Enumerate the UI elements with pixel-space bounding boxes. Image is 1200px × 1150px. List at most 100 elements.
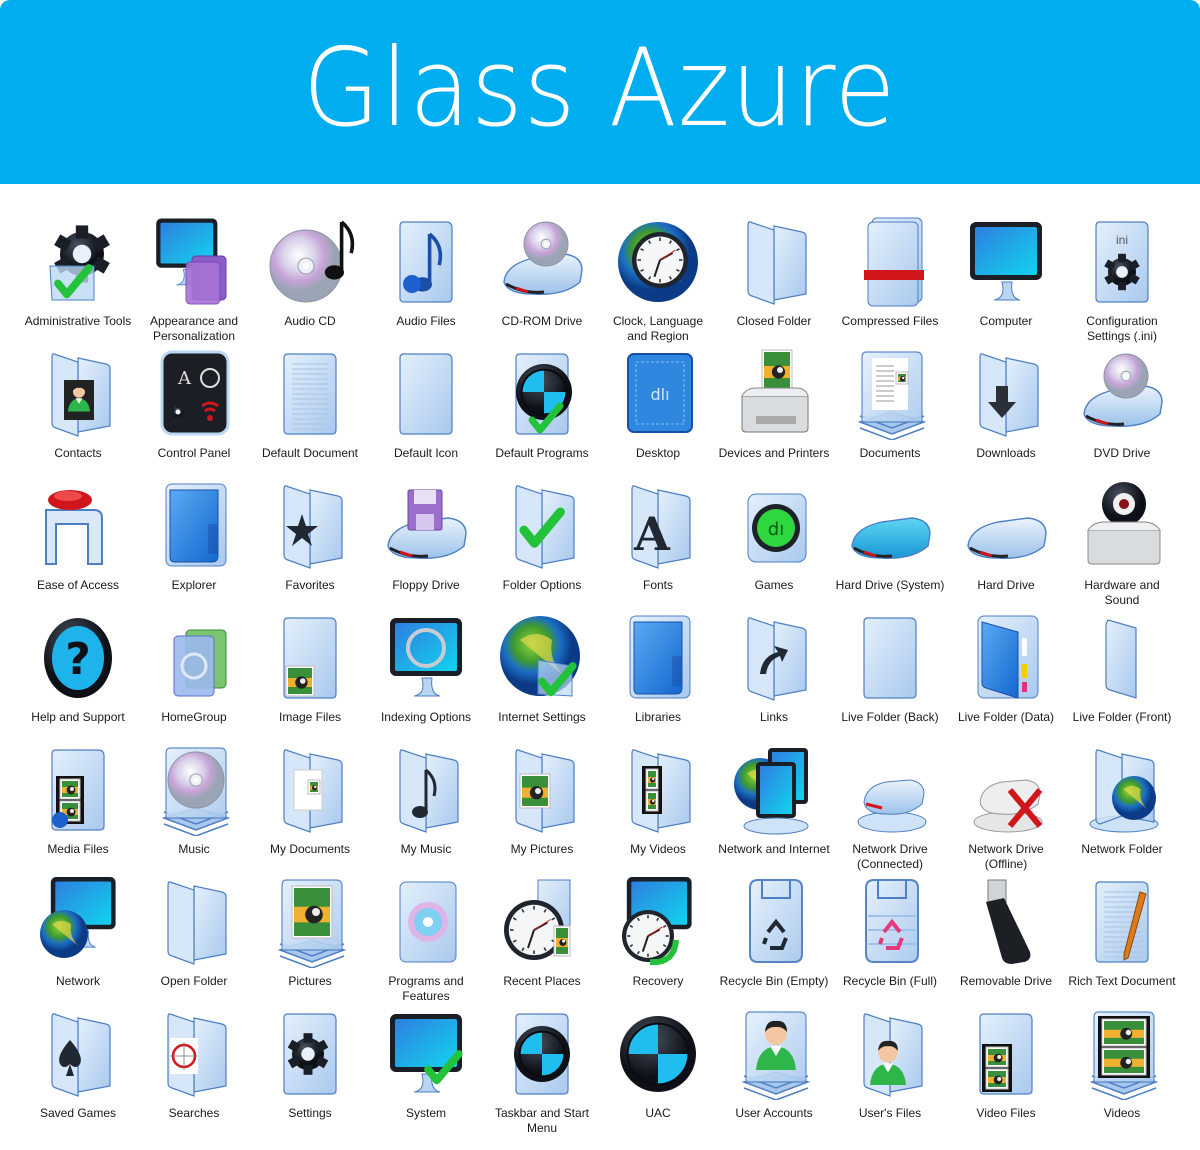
icon-item-recent-places[interactable]: Recent Places xyxy=(484,872,600,1004)
icon-item-indexing-options[interactable]: Indexing Options xyxy=(368,608,484,740)
icon-item-my-music[interactable]: My Music xyxy=(368,740,484,872)
icon-label: Computer xyxy=(979,314,1033,328)
icon-item-explorer[interactable]: Explorer xyxy=(136,476,252,608)
icon-item-help-and-support[interactable]: ? Help and Support xyxy=(20,608,136,740)
icon-item-clock-language-and-region[interactable]: Clock, Language and Region xyxy=(600,212,716,344)
icon-item-default-programs[interactable]: Default Programs xyxy=(484,344,600,476)
icon-item-network[interactable]: Network xyxy=(20,872,136,1004)
icon-item-media-files[interactable]: Media Files xyxy=(20,740,136,872)
icon-item-taskbar-and-start-menu[interactable]: Taskbar and Start Menu xyxy=(484,1004,600,1136)
icon-item-audio-files[interactable]: Audio Files xyxy=(368,212,484,344)
icon-item-favorites[interactable]: Favorites xyxy=(252,476,368,608)
icon-item-configuration-settings-ini[interactable]: ini Configuration Settings (.ini) xyxy=(1064,212,1180,344)
icon-item-ease-of-access[interactable]: Ease of Access xyxy=(20,476,136,608)
icon-item-live-folder-front[interactable]: Live Folder (Front) xyxy=(1064,608,1180,740)
icon-item-devices-and-printers[interactable]: Devices and Printers xyxy=(716,344,832,476)
doc-media-icon xyxy=(30,740,126,836)
icon-item-saved-games[interactable]: Saved Games xyxy=(20,1004,136,1136)
icon-item-hard-drive[interactable]: Hard Drive xyxy=(948,476,1064,608)
icon-item-compressed-files[interactable]: Compressed Files xyxy=(832,212,948,344)
stack-doc-icon xyxy=(842,344,938,440)
icon-item-system[interactable]: System xyxy=(368,1004,484,1136)
folder-image-icon xyxy=(494,740,590,836)
icon-label: Music xyxy=(178,842,210,856)
speaker-icon xyxy=(1074,476,1170,572)
icon-label: System xyxy=(405,1106,446,1120)
icon-item-recycle-bin-empty[interactable]: Recycle Bin (Empty) xyxy=(716,872,832,1004)
icon-item-programs-and-features[interactable]: Programs and Features xyxy=(368,872,484,1004)
drive-cd-icon xyxy=(494,212,590,308)
icon-item-desktop[interactable]: dlı Desktop xyxy=(600,344,716,476)
icon-item-downloads[interactable]: Downloads xyxy=(948,344,1064,476)
icon-item-games[interactable]: dı Games xyxy=(716,476,832,608)
icon-item-homegroup[interactable]: HomeGroup xyxy=(136,608,252,740)
icon-item-computer[interactable]: Computer xyxy=(948,212,1064,344)
icon-item-network-and-internet[interactable]: Network and Internet xyxy=(716,740,832,872)
doc-icon xyxy=(842,608,938,704)
icon-item-documents[interactable]: Documents xyxy=(832,344,948,476)
stack-user-icon xyxy=(726,1004,822,1100)
icon-label: Help and Support xyxy=(31,710,125,724)
icon-item-administrative-tools[interactable]: Administrative Tools xyxy=(20,212,136,344)
icon-item-cd-rom-drive[interactable]: CD-ROM Drive xyxy=(484,212,600,344)
icon-item-default-document[interactable]: Default Document xyxy=(252,344,368,476)
doc-disc-icon xyxy=(494,1004,590,1100)
ease-icon xyxy=(30,476,126,572)
icon-item-recycle-bin-full[interactable]: Recycle Bin (Full) xyxy=(832,872,948,1004)
folder-icon xyxy=(146,872,242,968)
desktop-icon: dlı xyxy=(610,344,706,440)
icon-item-folder-options[interactable]: Folder Options xyxy=(484,476,600,608)
icon-item-appearance-and-personalization[interactable]: Appearance and Personalization xyxy=(136,212,252,344)
icon-item-network-folder[interactable]: Network Folder xyxy=(1064,740,1180,872)
icon-item-dvd-drive[interactable]: DVD Drive xyxy=(1064,344,1180,476)
icon-item-settings[interactable]: Settings xyxy=(252,1004,368,1136)
icon-item-live-folder-data[interactable]: Live Folder (Data) xyxy=(948,608,1064,740)
icon-label: Audio CD xyxy=(284,314,336,328)
folder-check-icon xyxy=(494,476,590,572)
icon-item-my-videos[interactable]: My Videos xyxy=(600,740,716,872)
icon-item-links[interactable]: Links xyxy=(716,608,832,740)
icon-item-fonts[interactable]: A Fonts xyxy=(600,476,716,608)
icon-label: User's Files xyxy=(858,1106,922,1120)
icon-item-my-pictures[interactable]: My Pictures xyxy=(484,740,600,872)
icon-item-libraries[interactable]: Libraries xyxy=(600,608,716,740)
icon-item-open-folder[interactable]: Open Folder xyxy=(136,872,252,1004)
icon-label: Contacts xyxy=(54,446,102,460)
icon-item-pictures[interactable]: Pictures xyxy=(252,872,368,1004)
icon-item-rich-text-document[interactable]: Rich Text Document xyxy=(1064,872,1180,1004)
icon-item-recovery[interactable]: Recovery xyxy=(600,872,716,1004)
icon-item-removable-drive[interactable]: Removable Drive xyxy=(948,872,1064,1004)
icon-label: Default Programs xyxy=(495,446,589,460)
icon-item-image-files[interactable]: Image Files xyxy=(252,608,368,740)
icon-label: Live Folder (Data) xyxy=(957,710,1055,724)
icon-item-user-accounts[interactable]: User Accounts xyxy=(716,1004,832,1136)
icon-item-floppy-drive[interactable]: Floppy Drive xyxy=(368,476,484,608)
icon-item-contacts[interactable]: Contacts xyxy=(20,344,136,476)
icon-label: Saved Games xyxy=(39,1106,117,1120)
icon-item-network-drive-connected[interactable]: Network Drive (Connected) xyxy=(832,740,948,872)
icon-item-default-icon[interactable]: Default Icon xyxy=(368,344,484,476)
icon-item-closed-folder[interactable]: Closed Folder xyxy=(716,212,832,344)
icon-item-uac[interactable]: UAC xyxy=(600,1004,716,1136)
icon-item-control-panel[interactable]: A Control Panel xyxy=(136,344,252,476)
help-icon: ? xyxy=(30,608,126,704)
folder-font-icon: A xyxy=(610,476,706,572)
explorer-icon xyxy=(146,476,242,572)
icon-item-my-documents[interactable]: My Documents xyxy=(252,740,368,872)
icon-item-network-drive-offline[interactable]: Network Drive (Offline) xyxy=(948,740,1064,872)
icon-label: Folder Options xyxy=(502,578,582,592)
icon-label: DVD Drive xyxy=(1093,446,1151,460)
icon-item-internet-settings[interactable]: Internet Settings xyxy=(484,608,600,740)
icon-item-videos[interactable]: Videos xyxy=(1064,1004,1180,1136)
icon-item-searches[interactable]: Searches xyxy=(136,1004,252,1136)
icon-label: Explorer xyxy=(171,578,217,592)
icon-item-live-folder-back[interactable]: Live Folder (Back) xyxy=(832,608,948,740)
icon-item-hard-drive-system[interactable]: Hard Drive (System) xyxy=(832,476,948,608)
icon-item-user-s-files[interactable]: User's Files xyxy=(832,1004,948,1136)
icon-item-video-files[interactable]: Video Files xyxy=(948,1004,1064,1136)
icon-item-audio-cd[interactable]: Audio CD xyxy=(252,212,368,344)
icon-item-music[interactable]: Music xyxy=(136,740,252,872)
doc-film-icon xyxy=(958,1004,1054,1100)
folder-spade-icon xyxy=(30,1004,126,1100)
icon-item-hardware-and-sound[interactable]: Hardware and Sound xyxy=(1064,476,1180,608)
